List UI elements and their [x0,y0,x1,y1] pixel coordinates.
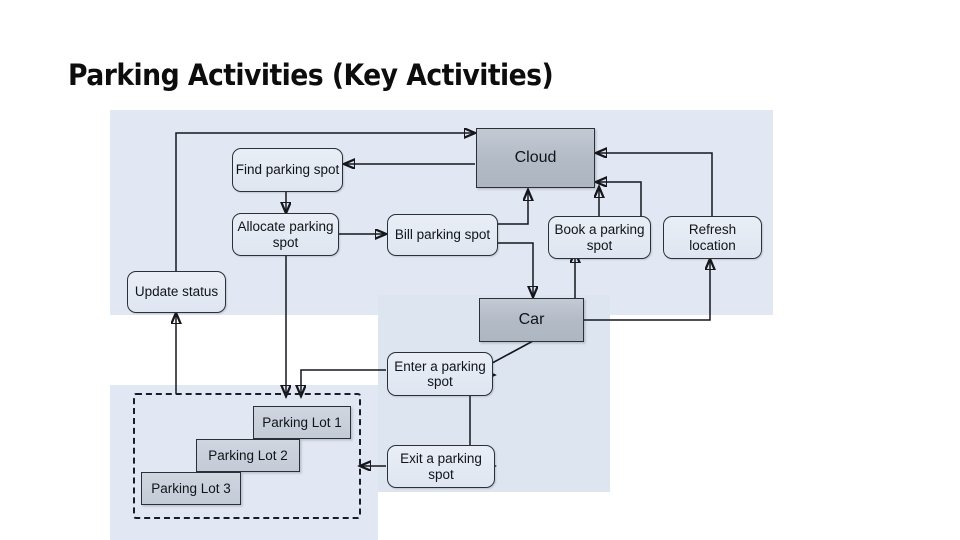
node-book-a-parking-spot-label: Book a parking spot [554,222,645,253]
node-find-parking-spot-label: Find parking spot [235,162,340,178]
node-update-status[interactable]: Update status [127,271,226,313]
node-parking-lot-3-label: Parking Lot 3 [151,481,231,496]
slide-canvas: Parking Activities (Key Activities) Clou… [0,0,960,540]
node-allocate-parking-spot-label: Allocate parking spot [237,219,334,250]
node-find-parking-spot[interactable]: Find parking spot [232,148,343,192]
node-exit-a-parking-spot-label: Exit a parking spot [400,451,482,482]
actor-car[interactable]: Car [479,298,584,342]
node-book-a-parking-spot[interactable]: Book a parking spot [548,216,651,259]
actor-car-label: Car [518,311,545,328]
node-parking-lot-2-label: Parking Lot 2 [208,448,288,463]
node-bill-parking-spot-label: Bill parking spot [394,227,491,243]
actor-cloud-label: Cloud [514,149,557,166]
node-enter-a-parking-spot-label: Enter a parking spot [394,358,486,390]
actor-cloud[interactable]: Cloud [476,128,595,188]
page-title: Parking Activities (Key Activities) [68,58,554,92]
node-allocate-parking-spot[interactable]: Allocate parking spot [232,213,339,256]
node-exit-a-parking-spot[interactable]: Exit a parking spot [387,445,495,488]
node-parking-lot-3[interactable]: Parking Lot 3 [141,472,241,505]
node-refresh-location[interactable]: Refresh location [663,216,762,259]
node-parking-lot-1-label: Parking Lot 1 [262,415,342,430]
node-enter-a-parking-spot[interactable]: Enter a parking spot [387,352,493,396]
node-refresh-location-label: Refresh location [688,222,737,253]
node-bill-parking-spot[interactable]: Bill parking spot [387,214,498,256]
node-update-status-label: Update status [134,284,219,300]
node-parking-lot-1[interactable]: Parking Lot 1 [253,406,351,439]
node-parking-lot-2[interactable]: Parking Lot 2 [196,439,300,472]
